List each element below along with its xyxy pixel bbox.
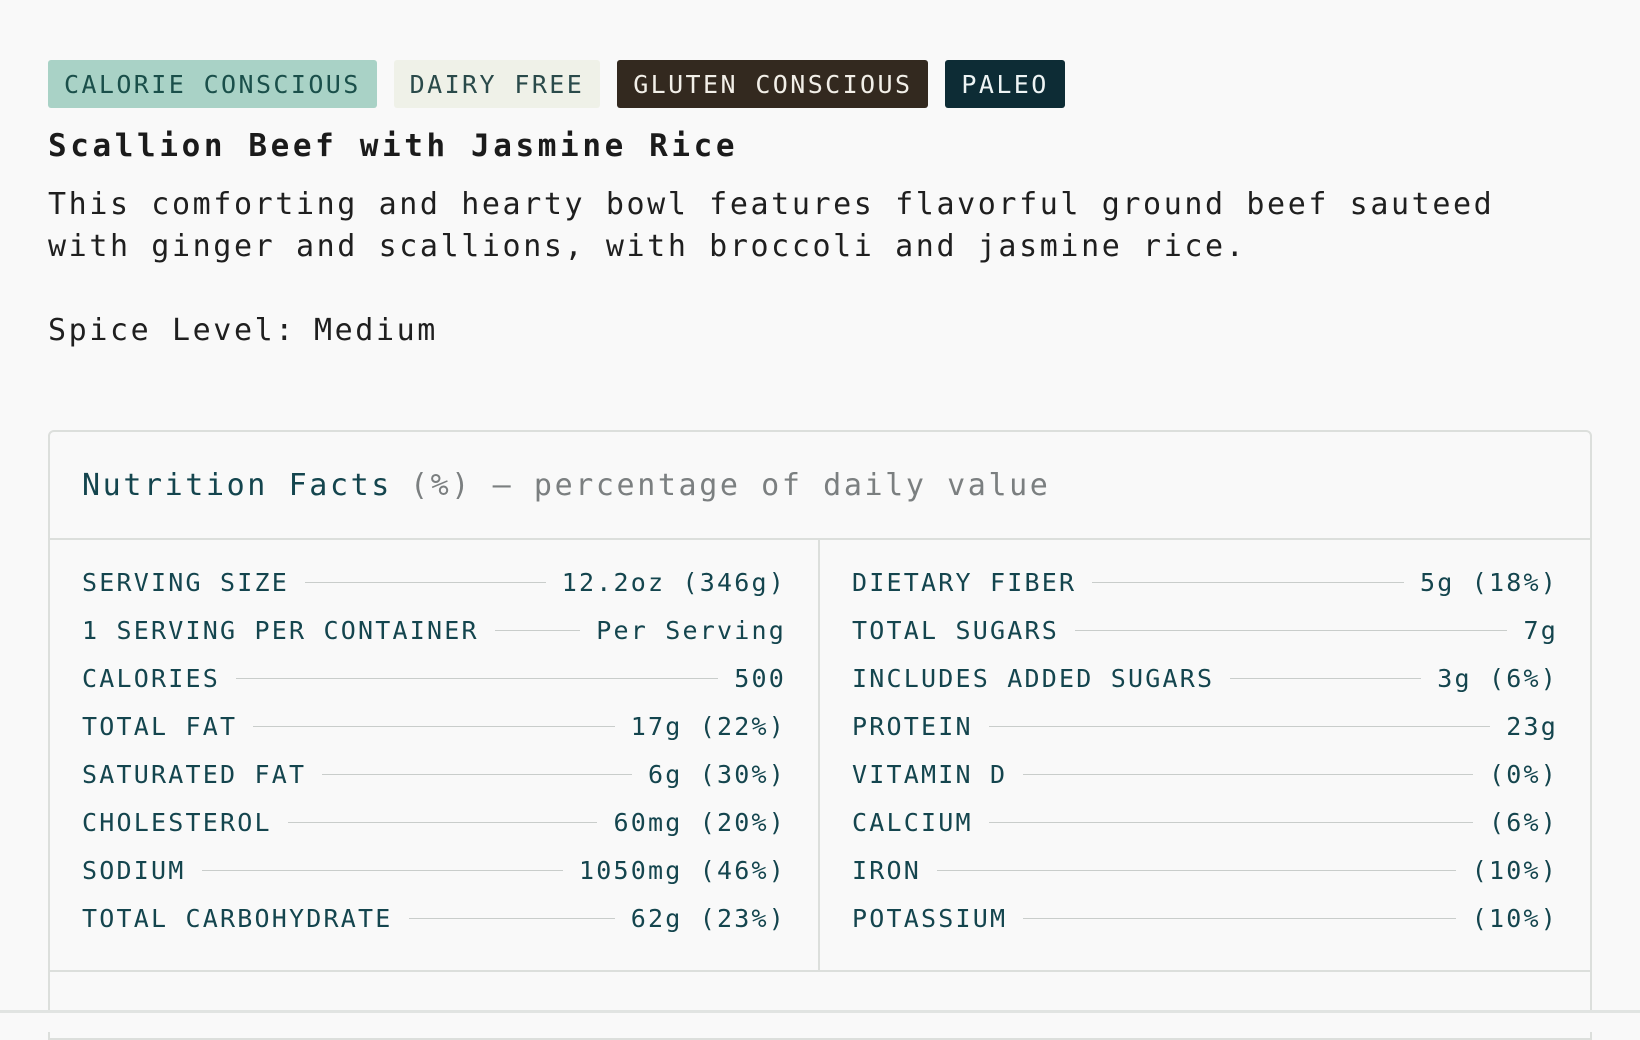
spice-level-label: Spice Level:: [48, 313, 296, 348]
nutrition-value: 60mg (20%): [613, 807, 786, 837]
nutrition-label: CALORIES: [82, 663, 221, 693]
nutrition-table: SERVING SIZE 12.2oz (346g) 1 SERVING PER …: [50, 540, 1590, 972]
nutrition-row: POTASSIUM (10%): [852, 894, 1558, 942]
nutrition-label: TOTAL CARBOHYDRATE: [82, 903, 393, 933]
nutrition-label: 1 SERVING PER CONTAINER: [82, 615, 479, 645]
leader-line: [937, 869, 1456, 871]
nutrition-column-right: DIETARY FIBER 5g (18%) TOTAL SUGARS 7g INC…: [820, 540, 1590, 970]
nutrition-row: TOTAL FAT 17g (22%): [82, 702, 786, 750]
nutrition-value: 1050mg (46%): [578, 855, 786, 885]
leader-line: [494, 629, 581, 631]
leader-line: [1023, 773, 1473, 775]
nutrition-value: (10%): [1471, 855, 1558, 885]
meal-detail: CALORIE CONSCIOUS DAIRY FREE GLUTEN CONS…: [48, 60, 1593, 352]
nutrition-value: 12.2oz (346g): [561, 567, 786, 597]
nutrition-value: (0%): [1488, 759, 1558, 789]
nutrition-header: Nutrition Facts (%) – percentage of dail…: [50, 432, 1590, 540]
nutrition-value: 6g (30%): [647, 759, 786, 789]
nutrition-value: 7g: [1523, 615, 1558, 645]
nutrition-label: PROTEIN: [852, 711, 973, 741]
nutrition-row: SATURATED FAT 6g (30%): [82, 750, 786, 798]
nutrition-value: (10%): [1471, 903, 1558, 933]
spice-level-value: Medium: [313, 313, 438, 348]
nutrition-label: TOTAL SUGARS: [852, 615, 1060, 645]
nutrition-row: CHOLESTEROL 60mg (20%): [82, 798, 786, 846]
leader-line: [305, 581, 546, 583]
nutrition-label: DIETARY FIBER: [852, 567, 1077, 597]
nutrition-row: 1 SERVING PER CONTAINER Per Serving: [82, 606, 786, 654]
nutrition-row: SODIUM 1050mg (46%): [82, 846, 786, 894]
diet-tags: CALORIE CONSCIOUS DAIRY FREE GLUTEN CONS…: [48, 60, 1593, 108]
spice-level: Spice Level: Medium: [48, 310, 1593, 352]
nutrition-label: IRON: [852, 855, 922, 885]
tag-paleo: PALEO: [945, 60, 1065, 108]
nutrition-label: VITAMIN D: [852, 759, 1008, 789]
nutrition-row: INCLUDES ADDED SUGARS 3g (6%): [852, 654, 1558, 702]
nutrition-title: Nutrition Facts: [82, 467, 392, 503]
leader-line: [988, 821, 1473, 823]
nutrition-subtitle: (%) – percentage of daily value: [409, 467, 1051, 503]
nutrition-value: 62g (23%): [630, 903, 786, 933]
nutrition-value: Per Serving: [596, 615, 786, 645]
nutrition-label: TOTAL FAT: [82, 711, 238, 741]
nutrition-row: TOTAL CARBOHYDRATE 62g (23%): [82, 894, 786, 942]
leader-line: [287, 821, 598, 823]
tag-calorie-conscious: CALORIE CONSCIOUS: [48, 60, 377, 108]
nutrition-row: CALCIUM (6%): [852, 798, 1558, 846]
nutrition-row: CALORIES 500: [82, 654, 786, 702]
leader-line: [1230, 677, 1422, 679]
nutrition-value: 5g (18%): [1419, 567, 1558, 597]
nutrition-value: 23g: [1506, 711, 1558, 741]
leader-line: [1092, 581, 1404, 583]
leader-line: [322, 773, 632, 775]
tag-gluten-conscious: GLUTEN CONSCIOUS: [617, 60, 929, 108]
leader-line: [1023, 917, 1456, 919]
nutrition-label: CALCIUM: [852, 807, 973, 837]
nutrition-row: IRON (10%): [852, 846, 1558, 894]
leader-line: [1075, 629, 1508, 631]
nutrition-value: 500: [734, 663, 786, 693]
nutrition-row: VITAMIN D (0%): [852, 750, 1558, 798]
nutrition-label: SATURATED FAT: [82, 759, 307, 789]
nutrition-row: TOTAL SUGARS 7g: [852, 606, 1558, 654]
nutrition-label: CHOLESTEROL: [82, 807, 272, 837]
nutrition-value: 17g (22%): [630, 711, 786, 741]
leader-line: [201, 869, 563, 871]
nutrition-value: (6%): [1488, 807, 1558, 837]
leader-line: [236, 677, 719, 679]
leader-line: [988, 725, 1491, 727]
meal-description: This comforting and hearty bowl features…: [48, 187, 1495, 264]
nutrition-value: 3g (6%): [1437, 663, 1558, 693]
nutrition-facts-panel: Nutrition Facts (%) – percentage of dail…: [48, 430, 1592, 1040]
nutrition-row: PROTEIN 23g: [852, 702, 1558, 750]
leader-line: [253, 725, 615, 727]
nutrition-row: SERVING SIZE 12.2oz (346g): [82, 558, 786, 606]
nutrition-label: INCLUDES ADDED SUGARS: [852, 663, 1215, 693]
tag-dairy-free: DAIRY FREE: [393, 60, 601, 108]
nutrition-column-left: SERVING SIZE 12.2oz (346g) 1 SERVING PER …: [50, 540, 820, 970]
leader-line: [408, 917, 615, 919]
nutrition-label: SODIUM: [82, 855, 186, 885]
nutrition-row: DIETARY FIBER 5g (18%): [852, 558, 1558, 606]
nutrition-label: POTASSIUM: [852, 903, 1008, 933]
meal-title: Scallion Beef with Jasmine Rice: [48, 128, 739, 164]
nutrition-label: SERVING SIZE: [82, 567, 290, 597]
